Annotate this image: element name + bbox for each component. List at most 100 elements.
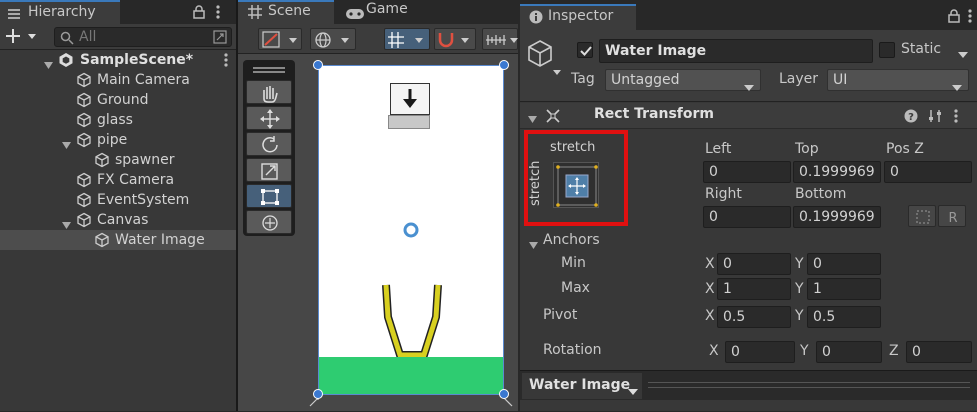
posz-label: Pos Z — [886, 141, 924, 157]
inspector-tab[interactable]: Inspector — [520, 4, 636, 30]
svg-text:?: ? — [908, 112, 914, 123]
anchor-handle-tr[interactable] — [498, 59, 510, 75]
tab-game-label: Game — [366, 1, 408, 17]
top-value: 0.1999969 — [799, 164, 875, 180]
rect-transform-icon — [545, 108, 561, 128]
help-icon[interactable]: ? — [904, 109, 918, 127]
tab-scene[interactable]: Scene — [238, 0, 334, 24]
ruler-button[interactable] — [482, 28, 518, 50]
preset-icon[interactable] — [928, 109, 942, 127]
snap-increment-button[interactable] — [434, 28, 476, 50]
hierarchy-item[interactable]: pipe — [0, 130, 236, 150]
hierarchy-item[interactable]: glass — [0, 110, 236, 130]
layer-dropdown[interactable]: UI — [827, 69, 969, 91]
inspector-lock-icon[interactable] — [948, 9, 960, 27]
scene-panel: Scene Game — [238, 0, 518, 411]
bottom-label: Bottom — [795, 186, 847, 202]
globe-button[interactable] — [310, 28, 356, 50]
component-more-icon[interactable] — [954, 109, 958, 127]
pivot-y-label: Y — [795, 308, 804, 324]
draw-mode-button[interactable] — [258, 28, 302, 50]
hierarchy-item-label: FX Camera — [97, 172, 175, 188]
anchor-presets-button[interactable] — [553, 162, 599, 208]
search-options-icon[interactable] — [213, 30, 227, 48]
top-label: Top — [795, 141, 819, 157]
active-checkbox[interactable] — [577, 42, 593, 58]
scene-row[interactable]: SampleScene* — [0, 50, 236, 70]
scene-toolbar — [238, 24, 518, 54]
hierarchy-item[interactable]: spawner — [0, 150, 236, 170]
max-x-field[interactable]: 1 — [717, 278, 791, 300]
gameobject-icon[interactable] — [526, 38, 566, 82]
footer-object-dropdown[interactable]: Water Image — [522, 373, 642, 399]
pivot-x-label: X — [705, 308, 715, 324]
rot-y-field[interactable]: 0 — [816, 341, 882, 363]
inspector-bottom-strip — [520, 400, 977, 411]
posz-field[interactable]: 0 — [884, 161, 972, 183]
rect-tool[interactable] — [246, 184, 292, 208]
anchor-handle-bl[interactable] — [308, 388, 328, 412]
blueprint-mode-button[interactable] — [908, 205, 936, 227]
static-dropdown-icon[interactable] — [958, 47, 968, 63]
anchors-collapse-icon[interactable] — [529, 238, 538, 254]
hierarchy-tab[interactable]: Hierarchy — [0, 0, 236, 24]
hand-tool[interactable] — [246, 80, 292, 104]
transform-tool[interactable] — [246, 210, 292, 234]
pivot-x-field[interactable]: 0.5 — [717, 306, 791, 328]
palette-grip[interactable] — [253, 67, 285, 73]
collapse-arrow-icon[interactable] — [528, 112, 537, 128]
min-y-field[interactable]: 0 — [807, 253, 881, 275]
max-x-label: X — [705, 281, 715, 297]
lock-icon[interactable] — [193, 4, 205, 26]
layer-value: UI — [833, 72, 848, 88]
rot-z-field[interactable]: 0 — [906, 341, 972, 363]
hierarchy-item[interactable]: Water Image — [0, 230, 236, 250]
rect-transform-header[interactable]: Rect Transform ? — [520, 103, 977, 129]
chevron-down-icon — [744, 78, 754, 98]
raw-edit-button[interactable]: R — [938, 205, 966, 227]
footer-splitter[interactable] — [648, 382, 970, 388]
hierarchy-search[interactable]: All — [54, 27, 232, 47]
bottom-field[interactable]: 0.1999969 — [793, 206, 881, 228]
rot-z-label: Z — [889, 343, 899, 359]
hierarchy-item[interactable]: EventSystem — [0, 190, 236, 210]
move-tool[interactable] — [246, 106, 292, 130]
hierarchy-item-label: Water Image — [115, 232, 205, 248]
inspector-title: Inspector — [548, 8, 614, 24]
min-y-label: Y — [795, 256, 804, 272]
rot-x-label: X — [709, 343, 719, 359]
rotate-tool[interactable] — [246, 132, 292, 156]
rot-x-value: 0 — [731, 344, 740, 360]
tag-dropdown[interactable]: Untagged — [605, 69, 761, 91]
anchor-handle-br[interactable] — [494, 388, 514, 412]
inspector-more-icon[interactable] — [968, 9, 972, 27]
hierarchy-item[interactable]: Ground — [0, 90, 236, 110]
grid-snap-button[interactable] — [384, 28, 430, 50]
add-icon[interactable] — [6, 27, 40, 49]
left-field[interactable]: 0 — [703, 161, 791, 183]
pivot-y-field[interactable]: 0.5 — [807, 306, 881, 328]
bottom-value: 0.1999969 — [799, 209, 875, 225]
anchors-label: Anchors — [543, 232, 600, 248]
right-field[interactable]: 0 — [703, 206, 791, 228]
rot-x-field[interactable]: 0 — [725, 341, 795, 363]
min-x-field[interactable]: 0 — [717, 253, 791, 275]
max-y-field[interactable]: 1 — [807, 278, 881, 300]
top-field[interactable]: 0.1999969 — [793, 161, 881, 183]
more-icon[interactable] — [216, 4, 220, 26]
static-checkbox[interactable] — [879, 42, 895, 58]
chevron-down-icon — [952, 78, 962, 98]
object-name-field[interactable]: Water Image — [599, 39, 873, 63]
tab-game[interactable]: Game — [338, 0, 438, 24]
anchor-handle-tl[interactable] — [312, 59, 324, 75]
hierarchy-item[interactable]: Main Camera — [0, 70, 236, 90]
hamburger-icon — [8, 5, 20, 19]
hierarchy-panel: Hierarchy All SampleScene* Main Camera G… — [0, 0, 236, 411]
hierarchy-item[interactable]: FX Camera — [0, 170, 236, 190]
hierarchy-item-label: pipe — [97, 132, 128, 148]
right-label: Right — [705, 186, 742, 202]
min-label: Min — [561, 255, 586, 271]
scale-tool[interactable] — [246, 158, 292, 182]
hierarchy-item[interactable]: Canvas — [0, 210, 236, 230]
hierarchy-item-label: Ground — [97, 92, 149, 108]
